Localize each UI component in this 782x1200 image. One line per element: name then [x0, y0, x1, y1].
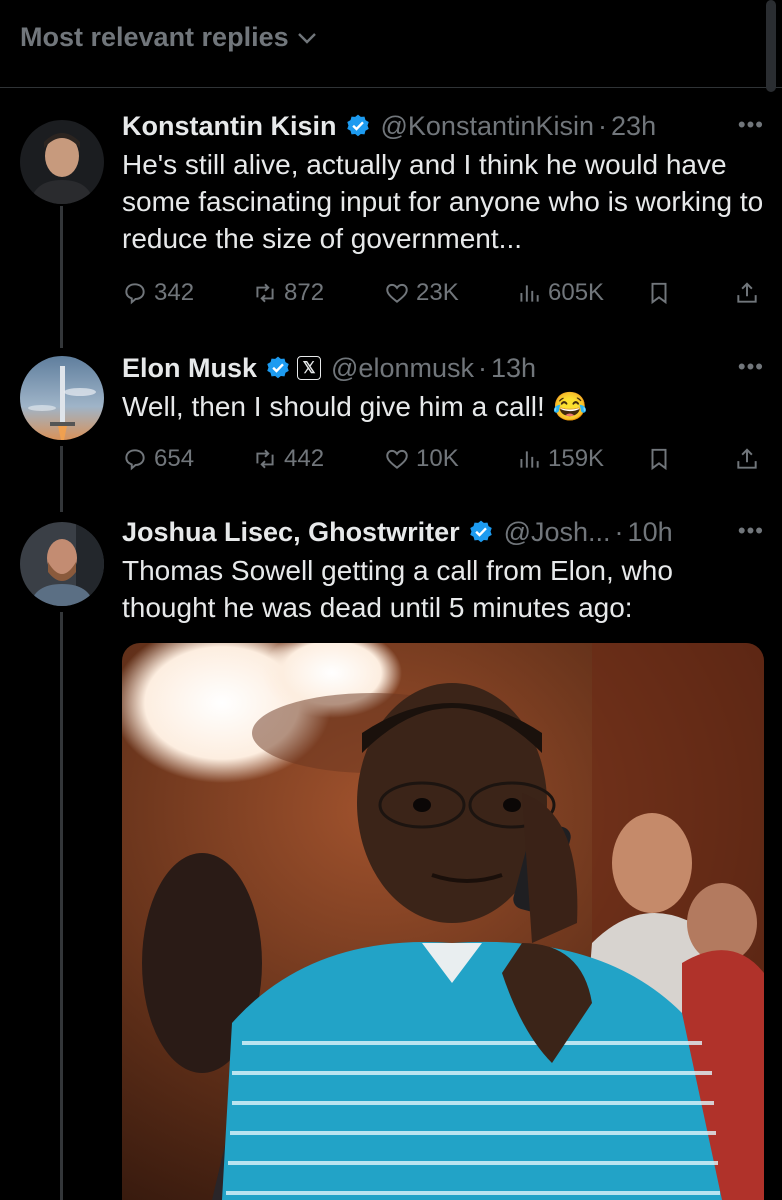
- avatar[interactable]: [20, 120, 104, 204]
- more-options-icon[interactable]: •••: [738, 354, 764, 380]
- author-handle[interactable]: @KonstantinKisin: [381, 111, 595, 142]
- repost-icon: [256, 283, 274, 303]
- x-affiliation-icon[interactable]: 𝕏: [297, 356, 322, 380]
- action-bar: 342 872 23K 605K: [122, 276, 762, 310]
- like-count: 10K: [416, 445, 459, 472]
- reply-icon: [125, 449, 145, 471]
- bookmark-icon: [651, 448, 667, 471]
- sort-label: Most relevant replies: [20, 22, 289, 52]
- reply-button[interactable]: 342: [122, 279, 194, 307]
- verified-badge-icon: [267, 356, 289, 379]
- tweet-text: Well, then I should give him a call! 😂: [122, 391, 588, 422]
- timestamp[interactable]: 23h: [611, 111, 656, 142]
- reply-button[interactable]: 654: [122, 445, 194, 473]
- bookmark-icon: [651, 282, 667, 305]
- views-count: 159K: [548, 445, 605, 472]
- tweet-photo[interactable]: [122, 643, 764, 1200]
- repost-icon: [256, 449, 274, 469]
- repost-button[interactable]: 442: [252, 445, 324, 473]
- sort-dropdown[interactable]: Most relevant replies: [20, 22, 319, 53]
- author-handle[interactable]: @elonmusk: [331, 353, 474, 384]
- action-bar: 654 442 10K 159K: [122, 442, 762, 476]
- bookmark-button[interactable]: [646, 446, 672, 472]
- more-options-icon[interactable]: •••: [738, 518, 764, 544]
- heart-icon: [386, 283, 408, 303]
- repost-count: 872: [284, 279, 325, 306]
- author-handle[interactable]: @Josh...: [504, 517, 611, 548]
- avatar[interactable]: [20, 522, 104, 606]
- reply-count: 342: [154, 279, 195, 306]
- views-button[interactable]: 605K: [516, 279, 604, 307]
- views-icon: [520, 285, 539, 302]
- share-button[interactable]: [734, 280, 760, 306]
- tweet[interactable]: Elon Musk 𝕏 @elonmusk · 13h ••• Well, th…: [0, 350, 782, 500]
- author-name[interactable]: Joshua Lisec, Ghostwriter: [122, 517, 460, 548]
- reply-icon: [125, 283, 145, 305]
- timestamp[interactable]: 10h: [628, 517, 673, 548]
- share-icon: [737, 282, 757, 303]
- views-icon: [520, 451, 539, 468]
- chevron-down-icon: [297, 32, 316, 44]
- scrollbar[interactable]: [766, 0, 776, 92]
- like-count: 23K: [416, 279, 459, 306]
- more-options-icon[interactable]: •••: [738, 112, 764, 138]
- verified-badge-icon: [346, 114, 369, 137]
- tweet[interactable]: Konstantin Kisin @KonstantinKisin · 23h …: [0, 108, 782, 338]
- like-button[interactable]: 10K: [384, 445, 459, 473]
- repost-count: 442: [284, 445, 325, 472]
- share-icon: [737, 448, 757, 469]
- repost-button[interactable]: 872: [252, 279, 324, 307]
- verified-badge-icon: [469, 520, 492, 543]
- heart-icon: [386, 449, 408, 469]
- like-button[interactable]: 23K: [384, 279, 459, 307]
- author-name[interactable]: Elon Musk: [122, 353, 257, 384]
- sort-header: Most relevant replies: [0, 0, 782, 92]
- timestamp[interactable]: 13h: [491, 353, 536, 384]
- avatar[interactable]: [20, 356, 104, 440]
- author-name[interactable]: Konstantin Kisin: [122, 111, 337, 142]
- tweet-text: He's still alive, actually and I think h…: [122, 149, 764, 254]
- reply-count: 654: [154, 445, 195, 472]
- share-button[interactable]: [734, 446, 760, 472]
- views-button[interactable]: 159K: [516, 445, 604, 473]
- bookmark-button[interactable]: [646, 280, 672, 306]
- views-count: 605K: [548, 279, 605, 306]
- tweet-text: Thomas Sowell getting a call from Elon, …: [122, 555, 673, 623]
